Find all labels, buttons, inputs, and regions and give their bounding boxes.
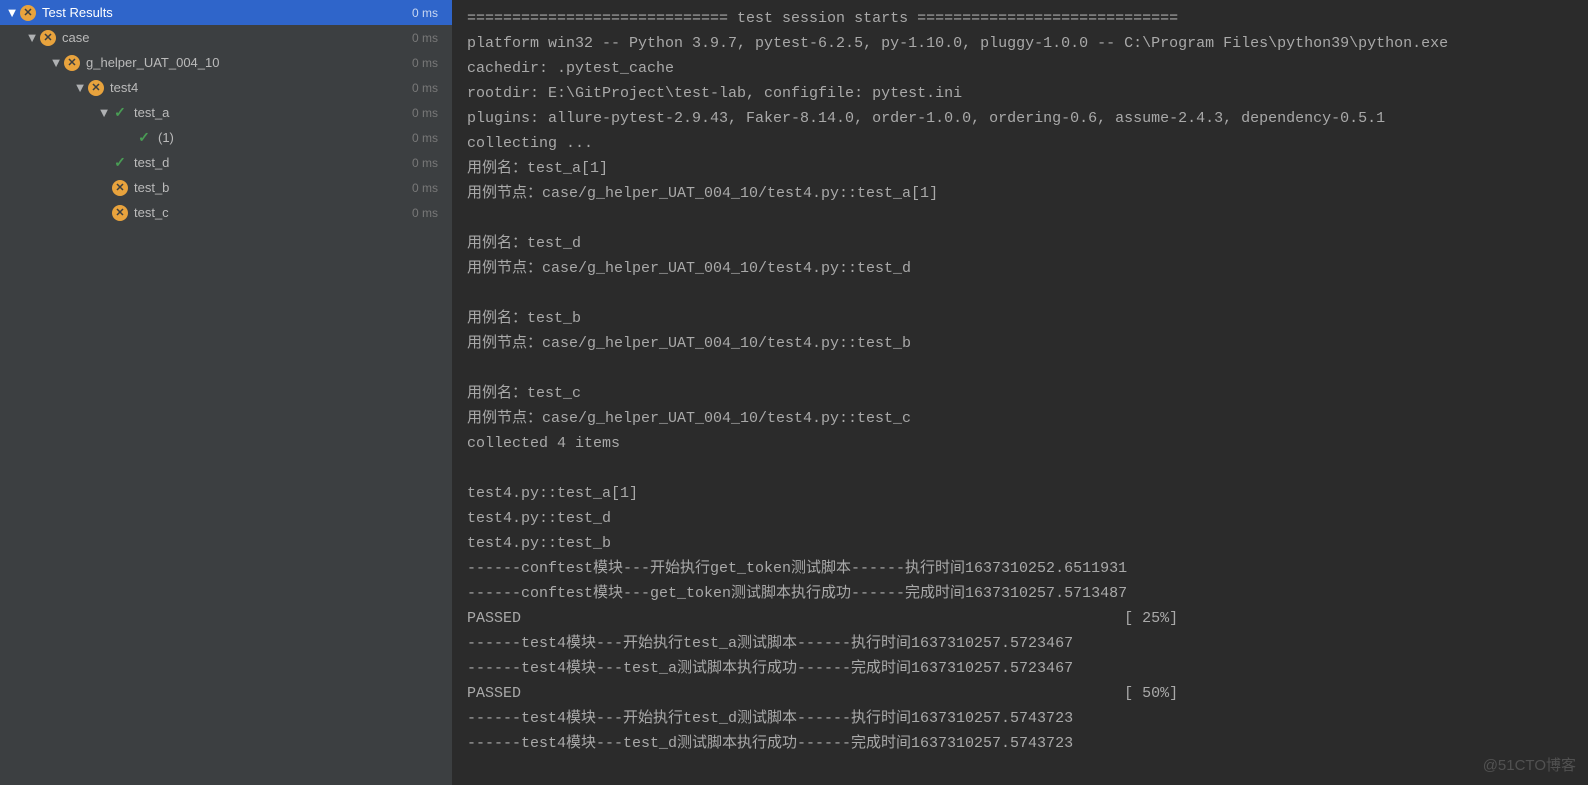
console-line: platform win32 -- Python 3.9.7, pytest-6… bbox=[467, 31, 1578, 56]
console-line: 用例节点：case/g_helper_UAT_004_10/test4.py::… bbox=[467, 256, 1578, 281]
fail-icon: ✕ bbox=[112, 205, 128, 221]
tree-item-label: test_d bbox=[134, 155, 169, 170]
pass-icon: ✓ bbox=[112, 105, 128, 121]
fail-icon: ✕ bbox=[20, 5, 36, 21]
chevron-down-icon: ▼ bbox=[72, 80, 88, 95]
chevron-down-icon: ▼ bbox=[24, 30, 40, 45]
tree-item-label: case bbox=[62, 30, 89, 45]
console-output[interactable]: ============================= test sessi… bbox=[453, 0, 1588, 785]
tree-item-time: 0 ms bbox=[412, 156, 438, 170]
tree-item-time: 0 ms bbox=[412, 56, 438, 70]
console-line bbox=[467, 356, 1578, 381]
chevron-down-icon: ▼ bbox=[48, 55, 64, 70]
pass-icon: ✓ bbox=[136, 130, 152, 146]
tree-item-label: test_a bbox=[134, 105, 169, 120]
tree-item-test4[interactable]: ▼✕ test4 0 ms bbox=[0, 75, 452, 100]
console-line: PASSED [ 50%] bbox=[467, 681, 1578, 706]
tree-item-label: g_helper_UAT_004_10 bbox=[86, 55, 219, 70]
tree-item-label: test_c bbox=[134, 205, 169, 220]
tree-item-label: test4 bbox=[110, 80, 138, 95]
console-line: ------test4模块---test_d测试脚本执行成功------完成时间… bbox=[467, 731, 1578, 756]
console-line: test4.py::test_d bbox=[467, 506, 1578, 531]
tree-item-test-b[interactable]: ✕ test_b 0 ms bbox=[0, 175, 452, 200]
chevron-down-icon: ▼ bbox=[96, 105, 112, 120]
pass-icon: ✓ bbox=[112, 155, 128, 171]
console-line: 用例名：test_d bbox=[467, 231, 1578, 256]
console-line bbox=[467, 281, 1578, 306]
fail-icon: ✕ bbox=[40, 30, 56, 46]
console-line: ------test4模块---开始执行test_d测试脚本------执行时间… bbox=[467, 706, 1578, 731]
test-tree-sidebar: ▼ ✕ Test Results 0 ms ▼✕case0 ms▼✕g_help… bbox=[0, 0, 453, 785]
tree-item-time: 0 ms bbox=[412, 131, 438, 145]
tree-body: ▼✕case0 ms▼✕g_helper_UAT_004_100 ms▼✕tes… bbox=[0, 25, 452, 225]
tree-item-case[interactable]: ▼✕ case 0 ms bbox=[0, 25, 452, 50]
console-line bbox=[467, 206, 1578, 231]
console-line: cachedir: .pytest_cache bbox=[467, 56, 1578, 81]
console-line: 用例名：test_a[1] bbox=[467, 156, 1578, 181]
console-line: collected 4 items bbox=[467, 431, 1578, 456]
console-line: ------conftest模块---get_token测试脚本执行成功----… bbox=[467, 581, 1578, 606]
fail-icon: ✕ bbox=[88, 80, 104, 96]
console-line: 用例节点：case/g_helper_UAT_004_10/test4.py::… bbox=[467, 406, 1578, 431]
console-line: 用例名：test_c bbox=[467, 381, 1578, 406]
console-line: ============================= test sessi… bbox=[467, 6, 1578, 31]
tree-item-time: 0 ms bbox=[412, 206, 438, 220]
console-line: 用例名：test_b bbox=[467, 306, 1578, 331]
console-line: plugins: allure-pytest-2.9.43, Faker-8.1… bbox=[467, 106, 1578, 131]
console-line: PASSED [ 25%] bbox=[467, 606, 1578, 631]
tree-root-label: Test Results bbox=[42, 5, 113, 20]
fail-icon: ✕ bbox=[64, 55, 80, 71]
tree-item-g-helper-uat-004-10[interactable]: ▼✕ g_helper_UAT_004_10 0 ms bbox=[0, 50, 452, 75]
tree-item-test-d[interactable]: ✓ test_d 0 ms bbox=[0, 150, 452, 175]
console-line: rootdir: E:\GitProject\test-lab, configf… bbox=[467, 81, 1578, 106]
tree-root-test-results[interactable]: ▼ ✕ Test Results 0 ms bbox=[0, 0, 452, 25]
tree-item-test-c[interactable]: ✕ test_c 0 ms bbox=[0, 200, 452, 225]
console-line: 用例节点：case/g_helper_UAT_004_10/test4.py::… bbox=[467, 331, 1578, 356]
tree-item-time: 0 ms bbox=[412, 31, 438, 45]
console-line: ------test4模块---开始执行test_a测试脚本------执行时间… bbox=[467, 631, 1578, 656]
tree-root-time: 0 ms bbox=[412, 6, 438, 20]
tree-item-test-a[interactable]: ▼✓ test_a 0 ms bbox=[0, 100, 452, 125]
tree-item-time: 0 ms bbox=[412, 81, 438, 95]
tree-item-time: 0 ms bbox=[412, 181, 438, 195]
tree-item-time: 0 ms bbox=[412, 106, 438, 120]
console-line: ------test4模块---test_a测试脚本执行成功------完成时间… bbox=[467, 656, 1578, 681]
watermark-text: @51CTO博客 bbox=[1483, 754, 1576, 775]
tree-item-label: (1) bbox=[158, 130, 174, 145]
tree-item--1-[interactable]: ✓ (1) 0 ms bbox=[0, 125, 452, 150]
console-line: collecting ... bbox=[467, 131, 1578, 156]
console-line: ------conftest模块---开始执行get_token测试脚本----… bbox=[467, 556, 1578, 581]
console-line: 用例节点：case/g_helper_UAT_004_10/test4.py::… bbox=[467, 181, 1578, 206]
fail-icon: ✕ bbox=[112, 180, 128, 196]
tree-item-label: test_b bbox=[134, 180, 169, 195]
chevron-down-icon: ▼ bbox=[4, 5, 20, 20]
console-line: test4.py::test_b bbox=[467, 531, 1578, 556]
console-line: test4.py::test_a[1] bbox=[467, 481, 1578, 506]
console-line bbox=[467, 456, 1578, 481]
